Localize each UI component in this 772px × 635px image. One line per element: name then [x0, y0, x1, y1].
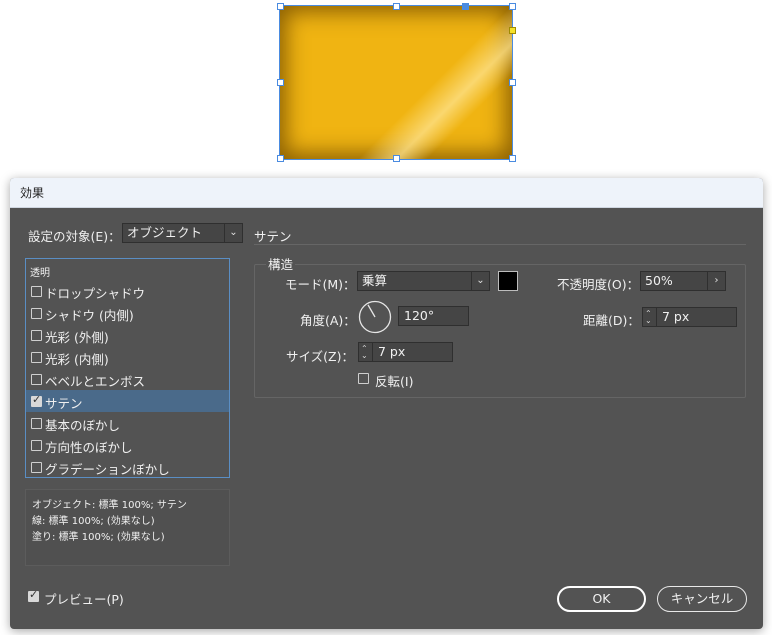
structure-title: 構造	[266, 254, 296, 273]
size-field[interactable]: ⌃ ⌄ 7 px	[358, 342, 453, 362]
section-title: サテン	[254, 229, 292, 244]
settings-target-dropdown[interactable]: オブジェクト ⌄	[122, 223, 243, 243]
stepper-icon[interactable]: ⌃ ⌄	[359, 343, 373, 361]
preview-label[interactable]: プレビュー(P)	[44, 589, 124, 608]
cancel-button[interactable]: キャンセル	[657, 586, 747, 612]
effect-label: 光彩 (外側)	[45, 330, 109, 345]
distance-field[interactable]: ⌃ ⌄ 7 px	[642, 307, 737, 327]
settings-target-label: 設定の対象(E)：	[28, 229, 121, 244]
angle-field[interactable]: 120°	[398, 306, 469, 326]
summary-stroke: 線: 標準 100%; (効果なし)	[32, 516, 155, 527]
resize-handle-top-selected[interactable]	[462, 3, 469, 10]
stepper-icon[interactable]: ⌃ ⌄	[643, 308, 657, 326]
ok-button[interactable]: OK	[557, 586, 646, 612]
size-value: 7 px	[378, 344, 406, 359]
effect-item[interactable]: 基本のぼかし	[26, 412, 229, 434]
color-swatch[interactable]	[498, 271, 518, 291]
list-header-transparency: 透明	[30, 268, 50, 279]
effects-dialog: 効果 設定の対象(E)： オブジェクト ⌄ サテン 透明 ドロップシャドウ シャド…	[10, 178, 763, 629]
dialog-title: 効果	[10, 178, 763, 208]
effect-item[interactable]: シャドウ (内側)	[26, 302, 229, 324]
chevron-right-icon[interactable]: ›	[707, 272, 725, 290]
effect-label: 方向性のぼかし	[45, 440, 133, 455]
effects-summary: オブジェクト: 標準 100%; サテン 線: 標準 100%; (効果なし) …	[25, 489, 230, 566]
selected-rectangle[interactable]	[279, 5, 513, 160]
corner-option-handle[interactable]	[509, 27, 516, 34]
size-label: サイズ(Z)：	[286, 349, 354, 364]
angle-value: 120°	[404, 308, 435, 323]
mode-dropdown[interactable]: 乗算 ⌄	[357, 271, 490, 291]
effect-item[interactable]: サテン	[26, 390, 229, 412]
effect-label: サテン	[45, 396, 83, 411]
effect-label: シャドウ (内側)	[45, 308, 134, 323]
effect-item[interactable]: ドロップシャドウ	[26, 280, 229, 302]
resize-handle-bottom-left[interactable]	[277, 155, 284, 162]
mode-label: モード(M)：	[285, 277, 356, 292]
effect-checkbox[interactable]	[31, 330, 42, 341]
resize-handle-bottom-right[interactable]	[509, 155, 516, 162]
effect-checkbox[interactable]	[31, 440, 42, 451]
chevron-down-icon: ⌄	[471, 272, 489, 290]
opacity-value: 50%	[645, 273, 673, 288]
effect-checkbox[interactable]	[31, 352, 42, 363]
resize-handle-right[interactable]	[509, 79, 516, 86]
distance-value: 7 px	[662, 309, 690, 324]
effect-checkbox[interactable]	[31, 286, 42, 297]
resize-handle-top-right[interactable]	[509, 3, 516, 10]
effect-label: 光彩 (内側)	[45, 352, 109, 367]
effect-item[interactable]: ベベルとエンボス	[26, 368, 229, 390]
effect-item[interactable]: 方向性のぼかし	[26, 434, 229, 456]
resize-handle-top[interactable]	[393, 3, 400, 10]
effect-label: ドロップシャドウ	[45, 286, 146, 301]
effect-checkbox[interactable]	[31, 393, 42, 407]
angle-label: 角度(A)：	[300, 313, 356, 328]
invert-checkbox[interactable]	[358, 373, 369, 384]
effect-checkbox[interactable]	[31, 462, 42, 473]
preview-checkbox[interactable]	[28, 588, 39, 602]
resize-handle-bottom[interactable]	[393, 155, 400, 162]
effect-label: ベベルとエンボス	[45, 374, 146, 389]
opacity-label: 不透明度(O)：	[557, 277, 640, 292]
effect-checkbox[interactable]	[31, 374, 42, 385]
effect-label: グラデーションぼかし	[45, 462, 170, 477]
chevron-down-icon: ⌄	[224, 224, 242, 242]
header-divider	[254, 244, 746, 245]
summary-fill: 塗り: 標準 100%; (効果なし)	[32, 532, 165, 543]
resize-handle-top-left[interactable]	[277, 3, 284, 10]
mode-value: 乗算	[362, 273, 388, 288]
effects-list: 透明 ドロップシャドウ シャドウ (内側) 光彩 (外側) 光彩 (内側) ベベルとエン…	[25, 258, 230, 478]
effect-item[interactable]: グラデーションぼかし	[26, 456, 229, 478]
effect-checkbox[interactable]	[31, 418, 42, 429]
resize-handle-left[interactable]	[277, 79, 284, 86]
distance-label: 距離(D)：	[583, 313, 640, 328]
settings-target-value: オブジェクト	[127, 225, 203, 240]
effect-item[interactable]: 光彩 (内側)	[26, 346, 229, 368]
effect-label: 基本のぼかし	[45, 418, 121, 433]
invert-label[interactable]: 反転(I)	[375, 371, 413, 390]
angle-dial[interactable]	[358, 300, 392, 334]
summary-object: オブジェクト: 標準 100%; サテン	[32, 500, 187, 511]
effect-item[interactable]: 光彩 (外側)	[26, 324, 229, 346]
effect-checkbox[interactable]	[31, 308, 42, 319]
opacity-field[interactable]: 50% ›	[640, 271, 726, 291]
